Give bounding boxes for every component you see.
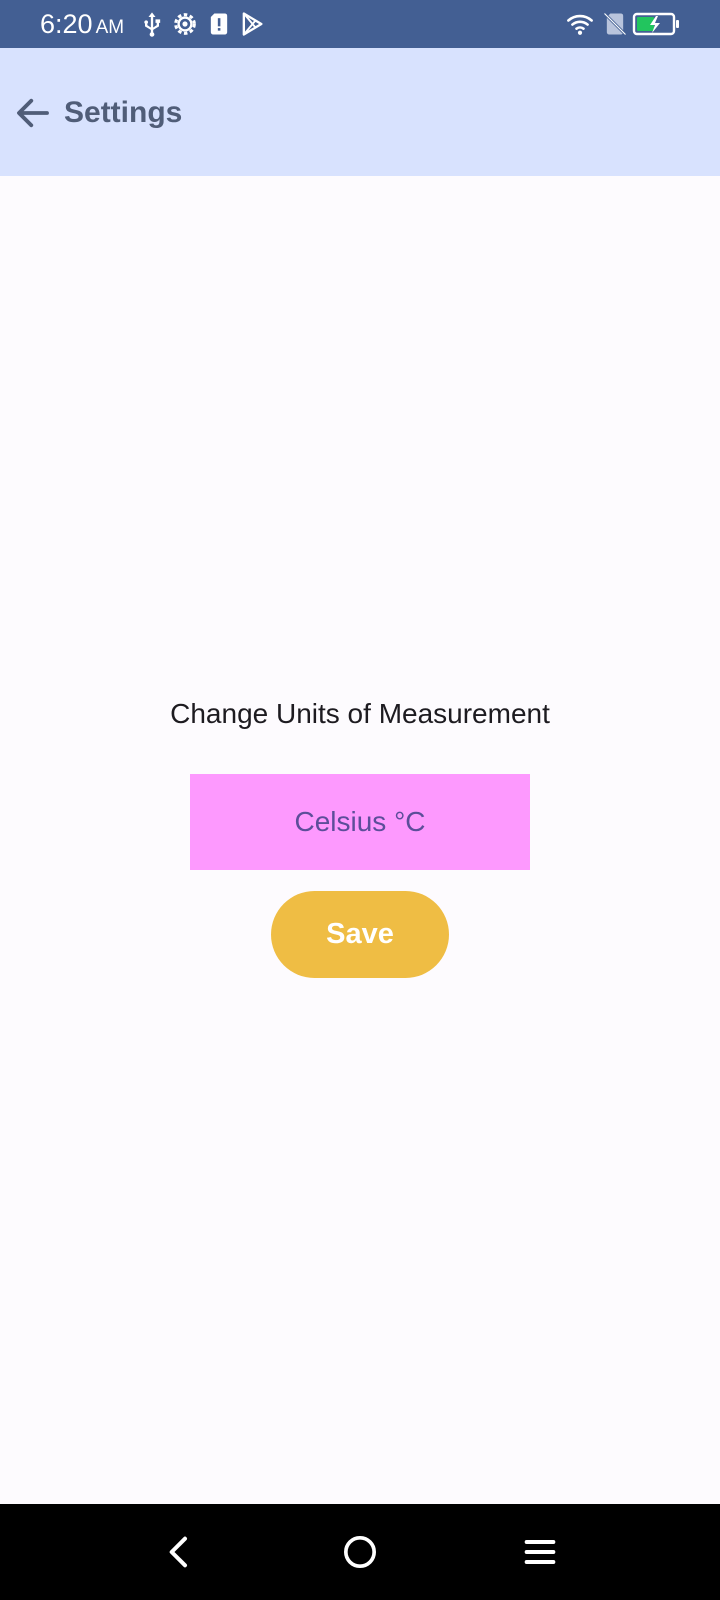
settings-gear-icon <box>171 10 199 38</box>
unit-toggle-button[interactable]: Celsius °C <box>190 774 530 870</box>
no-sim-icon <box>601 10 629 38</box>
system-nav-bar <box>0 1504 720 1600</box>
nav-home-button[interactable] <box>340 1532 380 1572</box>
arrow-back-icon <box>17 98 49 128</box>
units-heading: Change Units of Measurement <box>170 698 550 729</box>
play-store-icon <box>238 10 266 38</box>
sim-alert-icon <box>205 10 233 38</box>
status-bar: 6:20 AM <box>0 0 720 48</box>
page-title: Settings <box>64 96 183 129</box>
status-time-ampm: AM <box>95 17 125 38</box>
save-button-label: Save <box>326 918 394 950</box>
app-bar: Settings <box>0 48 720 176</box>
nav-menu-button[interactable] <box>520 1532 560 1572</box>
save-button[interactable]: Save <box>271 891 449 978</box>
unit-value-label: Celsius °C <box>294 806 426 837</box>
status-time: 6:20 AM <box>40 8 124 44</box>
nav-back-icon <box>169 1536 187 1568</box>
nav-home-icon <box>344 1536 376 1568</box>
wifi-icon <box>566 10 594 38</box>
battery-charging-icon <box>632 10 680 38</box>
usb-icon <box>138 10 166 38</box>
nav-menu-icon <box>524 1540 556 1564</box>
status-time-value: 6:20 <box>40 9 93 39</box>
nav-back-button[interactable] <box>160 1532 200 1572</box>
back-button[interactable] <box>12 92 54 134</box>
